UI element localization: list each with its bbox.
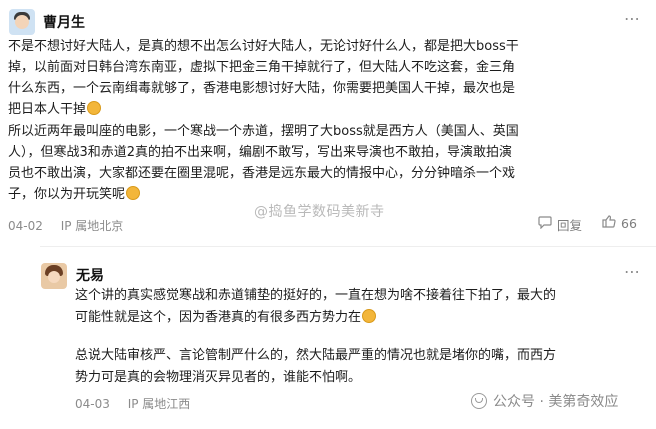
comment-text-line: 势力可是真的会物理消灭异见者的，谁能不怕啊。 bbox=[75, 370, 362, 385]
reply-label: 回复 bbox=[557, 218, 583, 233]
comment-ip-location: IP 属地北京 bbox=[60, 219, 124, 233]
wechat-icon bbox=[471, 393, 487, 409]
smile-emoji-icon bbox=[87, 101, 102, 115]
smile-emoji-icon bbox=[362, 309, 377, 323]
comment-text-line: 掉，以前面对日韩台湾东南亚，虚拟下把金三角干掉就行了，但大陆人不吃这套，金三角 bbox=[8, 60, 516, 75]
comment-author[interactable]: 无易 bbox=[76, 265, 104, 285]
comment-text-line: 人），但寒战3和赤道2真的拍不出来啊，编剧不敢写，写出来导演也不敢拍，导演敢拍演 bbox=[8, 145, 513, 160]
thumbs-up-icon bbox=[602, 215, 616, 232]
comment-text-line: 可能性就是这个，因为香港真的有很多西方势力在 bbox=[75, 308, 377, 329]
comment-date: 04-02 bbox=[8, 219, 43, 233]
comment-author[interactable]: 曹月生 bbox=[43, 12, 85, 32]
avatar[interactable] bbox=[9, 9, 35, 35]
comment-text-line: 不是不想讨好大陆人，是真的想不出怎么讨好大陆人，无论讨好什么人，都是把大boss… bbox=[8, 39, 519, 54]
reply-button[interactable]: 回复 bbox=[538, 215, 582, 234]
comment-text-line: 子，你以为开玩笑呢 bbox=[8, 185, 141, 206]
divider bbox=[40, 246, 656, 247]
comment-text-line: 把日本人干掉 bbox=[8, 100, 102, 121]
comment-text-line: 所以近两年最叫座的电影，一个寒战一个赤道，摆明了大boss就是西方人（美国人、英… bbox=[8, 124, 519, 139]
comment-text-line: 什么东西，一个云南缉毒就够了，香港电影想讨好大陆，你需要把美国人干掉，最次也是 bbox=[8, 81, 516, 96]
smile-emoji-icon bbox=[126, 186, 141, 200]
avatar[interactable] bbox=[41, 263, 67, 289]
like-button[interactable]: 66 bbox=[602, 215, 637, 232]
comment-date: 04-03 bbox=[75, 397, 110, 411]
chat-bubble-icon bbox=[538, 216, 552, 233]
wechat-watermark: 公众号 · 美第奇效应 bbox=[471, 391, 618, 411]
comment-meta: 04-03 IP 属地江西 bbox=[75, 395, 204, 412]
comment-text-line: 这个讲的真实感觉寒战和赤道铺垫的挺好的，一直在想为啥不接着往下拍了，最大的 bbox=[75, 288, 557, 303]
wechat-watermark-text: 公众号 · 美第奇效应 bbox=[493, 394, 619, 410]
comment-text-line: 员也不敢出演，大家都还要在圈里混呢，香港是远东最大的情报中心，分分钟暗杀一个戏 bbox=[8, 166, 516, 181]
like-count: 66 bbox=[621, 216, 637, 231]
comment-text-line: 总说大陆审核严、言论管制严什么的，然大陆最严重的情况也就是堵你的嘴，而西方 bbox=[75, 348, 557, 363]
watermark: @捣鱼学数码美新寺 bbox=[254, 204, 385, 220]
comment-ip-location: IP 属地江西 bbox=[127, 397, 191, 411]
more-icon[interactable]: ⋯ bbox=[624, 262, 640, 281]
comment-meta: 04-02 IP 属地北京 bbox=[8, 217, 137, 234]
more-icon[interactable]: ⋯ bbox=[624, 9, 640, 28]
